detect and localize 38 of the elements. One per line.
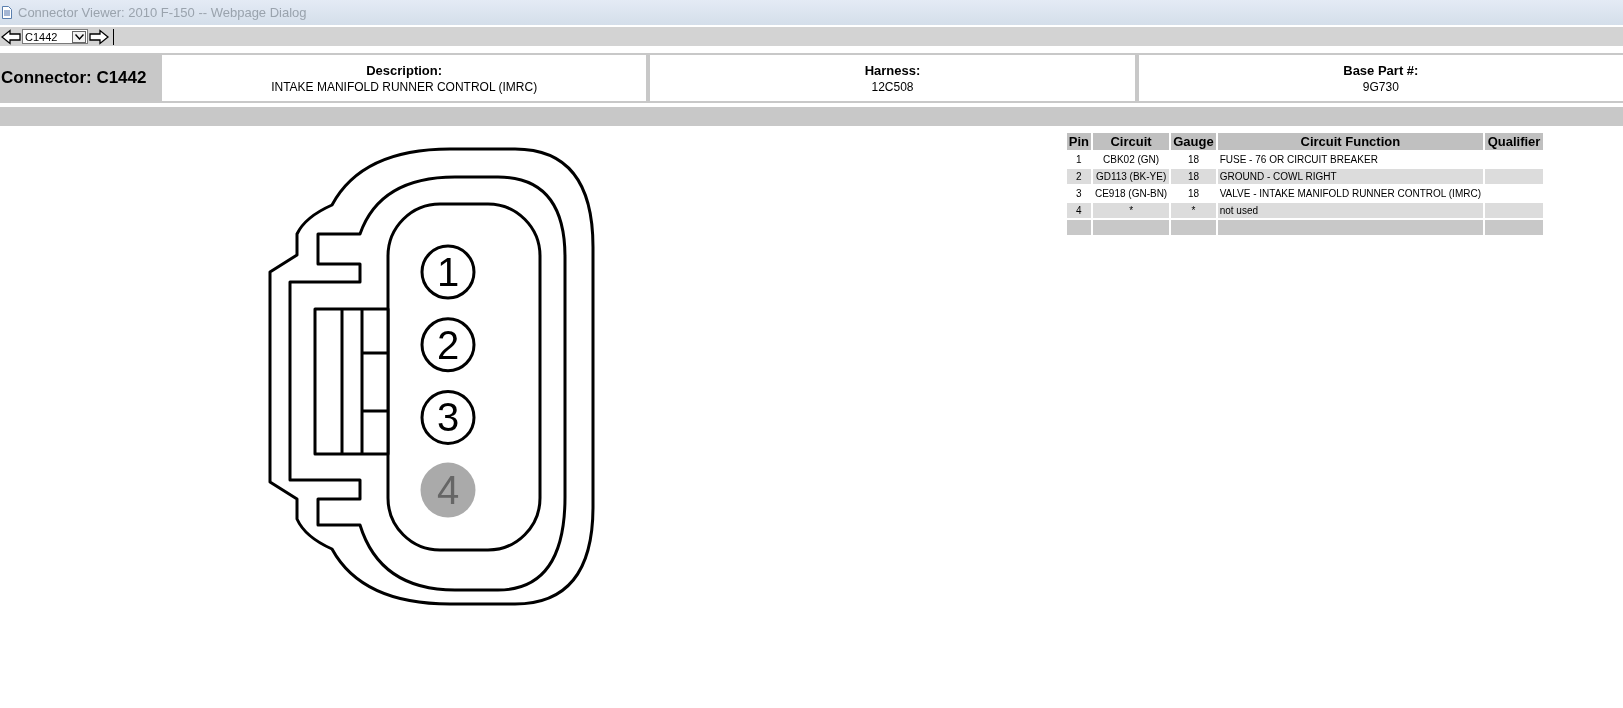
pin-number: 1 [436, 250, 460, 294]
table-cell-text: 18 [1186, 153, 1200, 167]
field-value: 12C508 [871, 79, 914, 94]
field-value: 9G730 [1362, 79, 1399, 94]
pin-number: 3 [436, 395, 460, 440]
table-cell: 18 [1171, 169, 1216, 184]
column-header: Pin [1066, 133, 1091, 150]
table-cell-text: CE918 (GN-BN) [1093, 187, 1169, 201]
table-cell: GROUND - COWL RIGHT [1217, 169, 1483, 184]
document-icon [2, 6, 12, 19]
table-cell: not used [1217, 203, 1483, 218]
column-header: Circuit [1092, 133, 1170, 150]
table-cell: 4 [1066, 203, 1091, 218]
table-cell-text: CBK02 (GN) [1102, 153, 1161, 167]
field-label: Description: [366, 62, 443, 78]
column-header: Gauge [1171, 133, 1216, 150]
field-value: INTAKE MANIFOLD RUNNER CONTROL (IMRC) [271, 79, 538, 94]
table-cell: 2 [1066, 169, 1091, 184]
column-header: Circuit Function [1217, 133, 1483, 150]
column-header: Qualifier [1485, 133, 1543, 150]
connector-label: Connector: C1442 [0, 68, 148, 88]
table-cell: * [1092, 203, 1170, 218]
table-cell-text: VALVE - INTAKE MANIFOLD RUNNER CONTROL (IMRC) [1218, 187, 1482, 201]
connector-select[interactable]: C1442 [22, 29, 88, 44]
table-cell-text: 3 [1075, 187, 1083, 201]
table-cell: GD113 (BK-YE) [1092, 169, 1170, 184]
field-label: Harness: [864, 62, 921, 78]
back-arrow-icon[interactable] [1, 28, 21, 45]
table-cell-text: 1 [1075, 153, 1083, 167]
pin-number: 4 [436, 468, 460, 513]
table-cell-text: FUSE - 76 OR CIRCUIT BREAKER [1218, 153, 1379, 167]
table-cell: * [1171, 203, 1216, 218]
field-label: Base Part #: [1343, 62, 1419, 78]
table-cell-text: 18 [1186, 187, 1200, 201]
forward-arrow-icon[interactable] [89, 28, 109, 45]
window-title: Connector Viewer: 2010 F-150 -- Webpage Dialog [18, 5, 307, 20]
pin-number: 2 [436, 322, 460, 367]
dropdown-caret-icon [74, 33, 84, 40]
